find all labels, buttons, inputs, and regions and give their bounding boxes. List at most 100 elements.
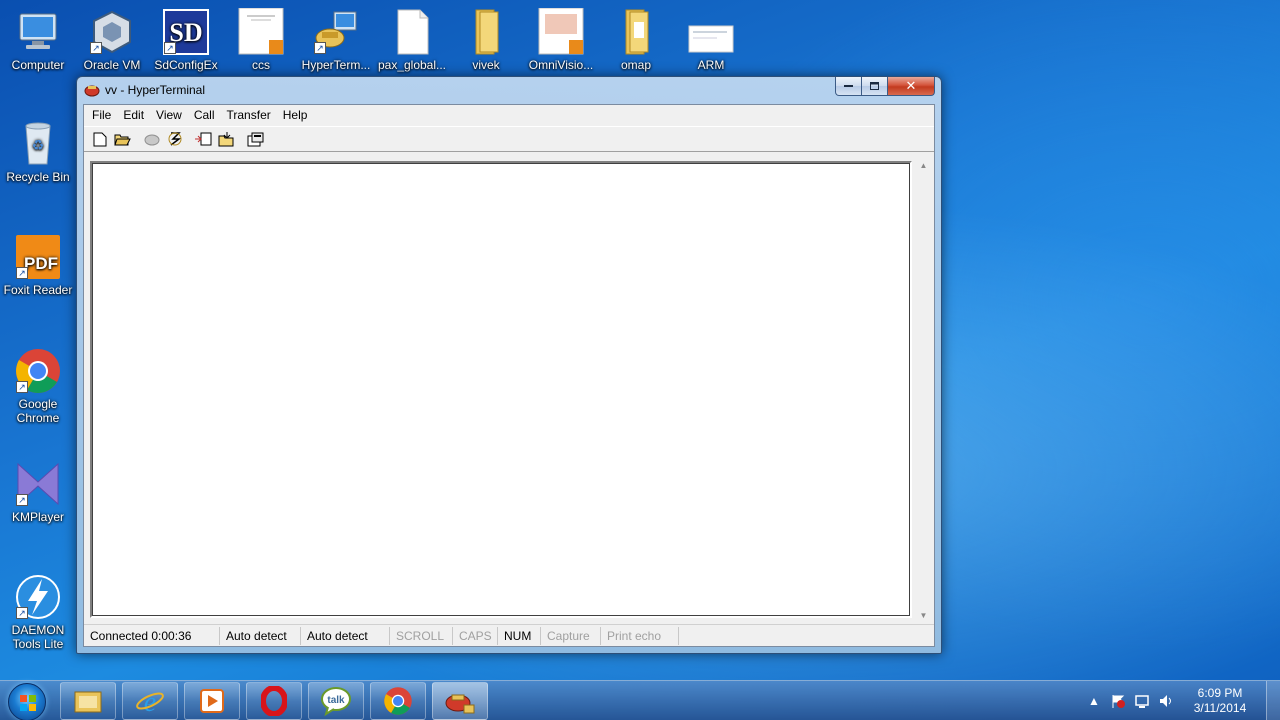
taskbar-hyperterminal[interactable]: [432, 682, 488, 720]
blank-file-icon: [388, 8, 436, 56]
menu-edit[interactable]: Edit: [117, 105, 150, 126]
desktop-icon-foxit-reader[interactable]: PDF ↗ Foxit Reader: [0, 233, 76, 297]
receive-file-button[interactable]: [215, 128, 238, 150]
new-connection-button[interactable]: [88, 128, 111, 150]
desktop-icon-google-chrome[interactable]: ↗ Google Chrome: [0, 347, 76, 425]
taskbar-internet-explorer[interactable]: e: [122, 682, 178, 720]
shortcut-arrow-icon: ↗: [16, 381, 28, 393]
desktop-icon-label: Computer: [11, 58, 65, 72]
window-title: vv - HyperTerminal: [105, 83, 206, 97]
title-bar[interactable]: vv - HyperTerminal ✕: [77, 77, 941, 103]
scroll-up-arrow-icon[interactable]: ▲: [915, 157, 932, 174]
desktop-icon-vivek[interactable]: vivek: [448, 8, 524, 72]
desktop-icon-label: vivek: [472, 58, 500, 72]
desktop-icon-label: Recycle Bin: [6, 170, 70, 184]
scroll-down-arrow-icon[interactable]: ▼: [915, 607, 932, 624]
desktop-icon-computer[interactable]: Computer: [0, 8, 76, 72]
menu-transfer[interactable]: Transfer: [221, 105, 277, 126]
properties-button[interactable]: [244, 128, 267, 150]
disconnect-icon: [144, 134, 159, 146]
shortcut-arrow-icon: ↗: [314, 42, 326, 54]
windows-logo-icon: [20, 695, 36, 711]
maximize-button[interactable]: [862, 77, 888, 96]
window-client-area: File Edit View Call Transfer Help ▲ ▼ Co…: [83, 104, 935, 647]
hyperterminal-window[interactable]: vv - HyperTerminal ✕ File Edit View Call…: [76, 76, 942, 654]
menu-bar: File Edit View Call Transfer Help: [84, 105, 934, 126]
folder-icon: [462, 8, 510, 56]
google-talk-icon: talk: [321, 687, 351, 716]
menu-help[interactable]: Help: [277, 105, 314, 126]
status-connection-time: Connected 0:00:36: [84, 626, 220, 645]
shortcut-arrow-icon: ↗: [16, 494, 28, 506]
terminal-screen[interactable]: [92, 163, 910, 616]
shortcut-arrow-icon: ↗: [16, 267, 28, 279]
desktop-icon-label: DAEMON Tools Lite: [11, 623, 65, 651]
hyperterminal-title-icon[interactable]: [84, 83, 100, 97]
dial-button[interactable]: [163, 128, 186, 150]
receive-file-icon: [218, 131, 234, 146]
desktop-icon-arm[interactable]: ARM: [673, 8, 749, 72]
svg-text:♻: ♻: [32, 137, 45, 153]
internet-explorer-icon: e: [136, 687, 164, 716]
recycle-bin-icon: ♻: [14, 120, 62, 168]
desktop-icon-label: ARM: [697, 58, 725, 72]
desktop-icon-omap[interactable]: omap: [598, 8, 674, 72]
taskbar-google-talk[interactable]: talk: [308, 682, 364, 720]
status-capture: Capture: [541, 626, 601, 645]
chrome-icon: [384, 687, 412, 715]
virtualbox-icon: ↗: [88, 8, 136, 56]
sd-config-icon: SD ↗: [162, 8, 210, 56]
desktop-icon-oracle-vm[interactable]: ↗ Oracle VM: [74, 8, 150, 72]
taskbar-explorer[interactable]: [60, 682, 116, 720]
taskbar-opera[interactable]: [246, 682, 302, 720]
desktop-icon-kmplayer[interactable]: ↗ KMPlayer: [0, 460, 76, 524]
terminal-area: ▲ ▼: [86, 157, 932, 624]
computer-icon: [14, 8, 62, 56]
vertical-scrollbar[interactable]: ▲ ▼: [915, 157, 932, 624]
desktop-icon-label: omap: [620, 58, 652, 72]
taskbar-chrome[interactable]: [370, 682, 426, 720]
close-button[interactable]: ✕: [888, 77, 935, 96]
show-hidden-icons-arrow[interactable]: ▲: [1082, 681, 1106, 720]
status-scroll: SCROLL: [390, 626, 453, 645]
desktop-icon-hyperterminal[interactable]: ↗ HyperTerm...: [298, 8, 374, 72]
shortcut-arrow-icon: ↗: [164, 42, 176, 54]
status-auto-detect-1: Auto detect: [220, 626, 301, 645]
system-clock[interactable]: 6:09 PM 3/11/2014: [1178, 686, 1262, 716]
new-file-icon: [93, 132, 106, 146]
menu-call[interactable]: Call: [188, 105, 221, 126]
disconnect-button[interactable]: [140, 128, 163, 150]
system-tray: ▲ 6:09 PM 3/11/2014: [1082, 681, 1280, 720]
taskbar: e talk ▲ 6:09 PM 3/11/2014: [0, 680, 1280, 720]
desktop-icon-daemon-tools[interactable]: ↗ DAEMON Tools Lite: [0, 573, 76, 651]
desktop-icon-pax-global[interactable]: pax_global...: [374, 8, 450, 72]
desktop-icon-ccs[interactable]: ccs: [223, 7, 299, 72]
desktop-icon-sdconfigex[interactable]: SD ↗ SdConfigEx: [148, 8, 224, 72]
action-center-flag-icon[interactable]: [1106, 681, 1130, 720]
volume-icon[interactable]: [1154, 681, 1178, 720]
network-icon[interactable]: [1130, 681, 1154, 720]
start-button[interactable]: [8, 683, 46, 720]
status-print-echo: Print echo: [601, 626, 679, 645]
clock-time: 6:09 PM: [1197, 686, 1243, 700]
desktop-icon-omnivision[interactable]: OmniVisio...: [523, 7, 599, 72]
send-file-button[interactable]: [192, 128, 215, 150]
open-button[interactable]: [111, 128, 134, 150]
show-desktop-button[interactable]: [1266, 681, 1280, 720]
desktop-icon-label: Google Chrome: [16, 397, 60, 425]
minimize-button[interactable]: [835, 77, 862, 96]
media-player-icon: [200, 689, 224, 713]
shortcut-arrow-icon: ↗: [16, 607, 28, 619]
menu-view[interactable]: View: [150, 105, 188, 126]
open-folder-icon: [114, 134, 131, 146]
svg-text:PDF: PDF: [24, 254, 58, 273]
svg-text:e: e: [144, 687, 156, 716]
document-icon: [687, 8, 735, 56]
menu-file[interactable]: File: [86, 105, 117, 126]
taskbar-media-player[interactable]: [184, 682, 240, 720]
desktop-icon-recycle-bin[interactable]: ♻ Recycle Bin: [0, 120, 76, 184]
daemon-tools-icon: ↗: [14, 573, 62, 621]
properties-icon: [247, 132, 264, 146]
file-explorer-icon: [74, 691, 102, 713]
pdf-document-icon: [237, 7, 285, 56]
